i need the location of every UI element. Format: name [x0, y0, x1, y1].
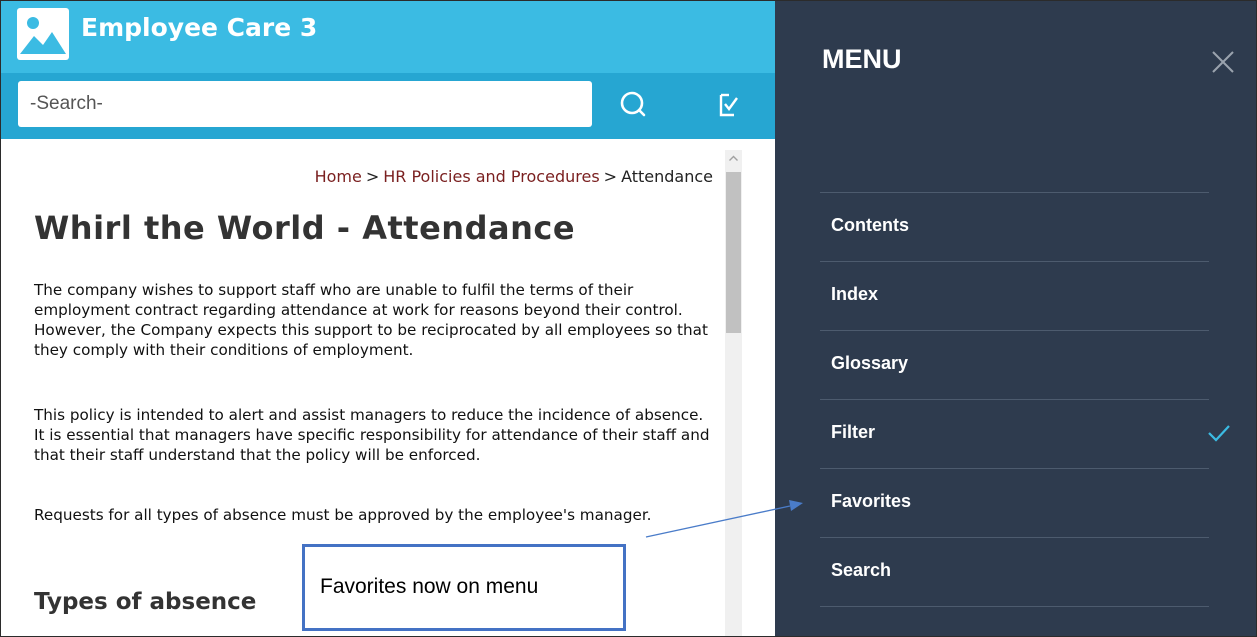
close-icon[interactable]	[1211, 50, 1235, 74]
breadcrumb-separator: >	[365, 167, 380, 186]
menu-title: MENU	[822, 44, 902, 74]
app-header: Employee Care 3	[1, 1, 775, 73]
menu-item-search[interactable]: Search	[820, 538, 1238, 606]
breadcrumb: Home > HR Policies and Procedures > Attendan…	[315, 167, 713, 186]
scrollbar-thumb[interactable]	[726, 172, 741, 333]
breadcrumb-current: Attendance	[621, 167, 713, 186]
body-paragraph: This policy is intended to alert and ass…	[34, 406, 710, 464]
app-window: Employee Care 3 Home>HR Policies and Pro…	[0, 0, 1257, 637]
breadcrumb-separator: >	[603, 167, 618, 186]
menu-item-label: Contents	[831, 215, 909, 235]
menu-item-label: Filter	[831, 422, 876, 442]
breadcrumb-section-link[interactable]: HR Policies and Procedures	[383, 167, 599, 186]
body-paragraph: Requests for all types of absence must b…	[34, 506, 652, 524]
menu-item-filter[interactable]: Filter	[820, 400, 1238, 468]
scroll-up-arrow-icon[interactable]	[725, 150, 742, 167]
body-paragraph: The company wishes to support staff who …	[34, 281, 708, 359]
menu-item-index[interactable]: Index	[820, 262, 1238, 330]
page-title: Whirl the World - Attendance	[34, 209, 576, 247]
content-scrollbar[interactable]	[725, 150, 742, 636]
menu-item-label: Search	[831, 560, 892, 580]
annotation-callout: Favorites now on menu	[302, 544, 626, 631]
menu-item-label: Glossary	[831, 353, 909, 373]
breadcrumb-home-link[interactable]: Home	[315, 167, 362, 186]
check-icon	[1207, 424, 1231, 442]
menu-divider	[820, 606, 1209, 607]
menu-item-contents[interactable]: Contents	[820, 193, 1238, 261]
image-icon[interactable]	[17, 8, 69, 60]
menu-item-glossary[interactable]: Glossary	[820, 331, 1238, 399]
annotation-text: Favorites now on menu	[320, 575, 539, 598]
menu-item-label: Index	[831, 284, 879, 304]
menu-item-favorites[interactable]: Favorites	[820, 469, 1238, 537]
side-menu: MENU Contents Index Glossary Filter Favo…	[775, 1, 1256, 636]
app-title: Employee Care 3	[81, 13, 318, 42]
filter-check-icon[interactable]	[710, 87, 746, 123]
search-icon[interactable]	[616, 87, 652, 123]
section-heading: Types of absence	[34, 589, 257, 615]
search-input[interactable]	[18, 81, 592, 127]
menu-item-label: Favorites	[831, 491, 912, 511]
